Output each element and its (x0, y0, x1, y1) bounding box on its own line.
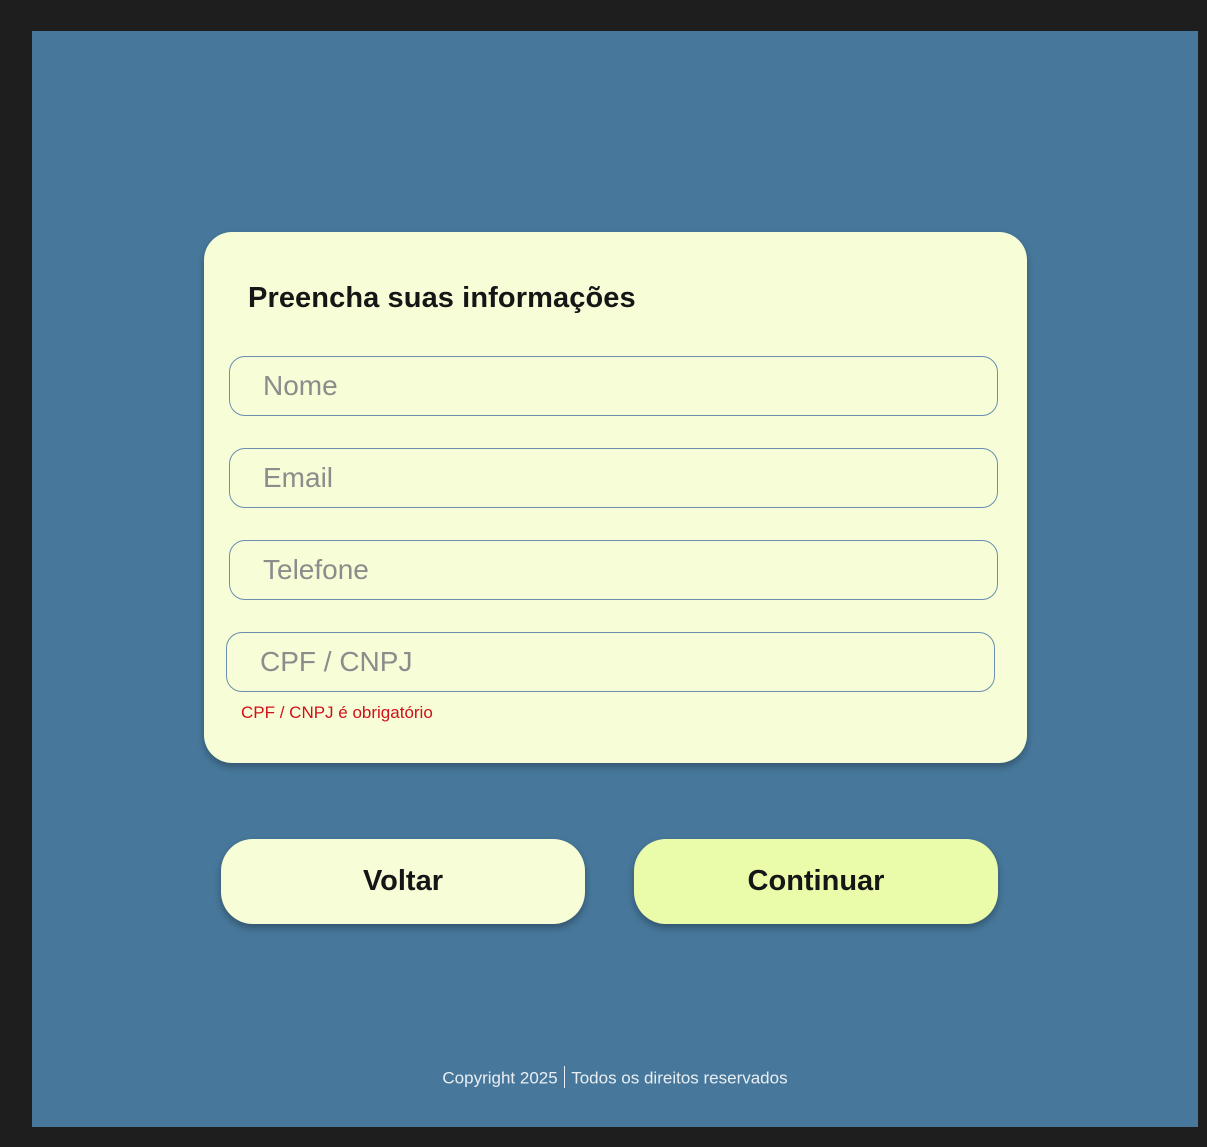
form-title: Preencha suas informações (248, 282, 636, 314)
email-placeholder: Email (263, 462, 334, 493)
telefone-placeholder: Telefone (263, 554, 369, 585)
cpf-cnpj-error-message: CPF / CNPJ é obrigatório (241, 703, 433, 722)
email-field[interactable]: Email (229, 448, 998, 508)
footer-copyright: Copyright 2025 (442, 1068, 558, 1088)
telefone-field[interactable]: Telefone (229, 540, 998, 600)
cpf-cnpj-placeholder: CPF / CNPJ (260, 646, 413, 677)
footer-separator (563, 1066, 566, 1088)
back-button[interactable]: Voltar (221, 839, 585, 924)
back-button-label: Voltar (362, 865, 444, 897)
nome-field[interactable]: Nome (229, 356, 998, 416)
footer-rights: Todos os direitos reservados (571, 1068, 788, 1088)
footer: Copyright 2025 Todos os direitos reservad… (32, 1066, 1198, 1090)
nome-placeholder: Nome (263, 370, 338, 401)
form-card: Preencha suas informações Nome Email Tel… (204, 232, 1027, 763)
continue-button-label: Continuar (747, 865, 885, 897)
continue-button[interactable]: Continuar (634, 839, 998, 924)
cpf-cnpj-field[interactable]: CPF / CNPJ (226, 632, 995, 692)
page-background: Preencha suas informações Nome Email Tel… (32, 31, 1198, 1127)
